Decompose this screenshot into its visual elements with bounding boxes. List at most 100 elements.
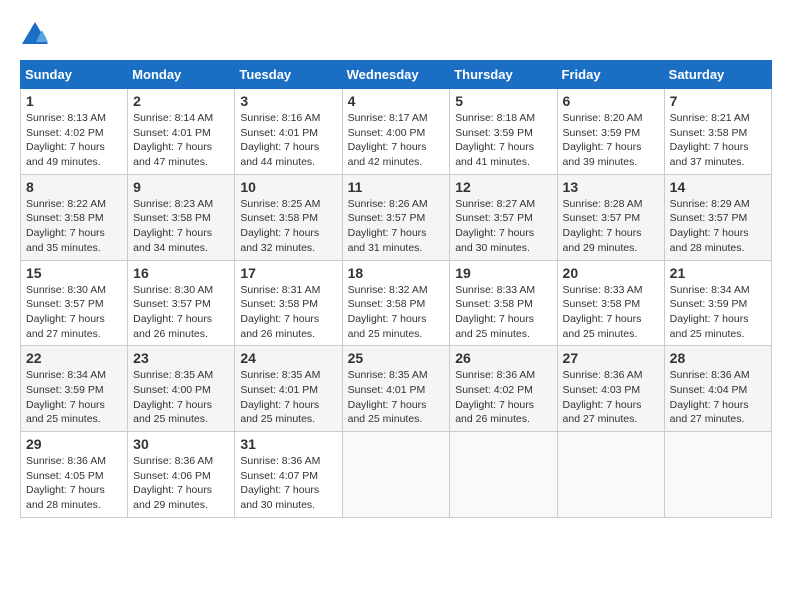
day-info: Sunrise: 8:27 AM Sunset: 3:57 PM Dayligh…	[455, 197, 551, 256]
calendar-cell: 3 Sunrise: 8:16 AM Sunset: 4:01 PM Dayli…	[235, 89, 342, 175]
calendar-cell: 1 Sunrise: 8:13 AM Sunset: 4:02 PM Dayli…	[21, 89, 128, 175]
calendar-week-row: 8 Sunrise: 8:22 AM Sunset: 3:58 PM Dayli…	[21, 174, 772, 260]
calendar-cell: 11 Sunrise: 8:26 AM Sunset: 3:57 PM Dayl…	[342, 174, 450, 260]
calendar-cell: 8 Sunrise: 8:22 AM Sunset: 3:58 PM Dayli…	[21, 174, 128, 260]
calendar-cell	[450, 432, 557, 518]
calendar-cell: 4 Sunrise: 8:17 AM Sunset: 4:00 PM Dayli…	[342, 89, 450, 175]
day-info: Sunrise: 8:30 AM Sunset: 3:57 PM Dayligh…	[133, 283, 229, 342]
day-info: Sunrise: 8:36 AM Sunset: 4:07 PM Dayligh…	[240, 454, 336, 513]
day-number: 5	[455, 93, 551, 109]
day-number: 9	[133, 179, 229, 195]
day-info: Sunrise: 8:26 AM Sunset: 3:57 PM Dayligh…	[348, 197, 445, 256]
day-number: 27	[563, 350, 659, 366]
calendar-cell: 31 Sunrise: 8:36 AM Sunset: 4:07 PM Dayl…	[235, 432, 342, 518]
calendar-cell: 13 Sunrise: 8:28 AM Sunset: 3:57 PM Dayl…	[557, 174, 664, 260]
calendar-cell: 5 Sunrise: 8:18 AM Sunset: 3:59 PM Dayli…	[450, 89, 557, 175]
column-header-sunday: Sunday	[21, 61, 128, 89]
day-info: Sunrise: 8:33 AM Sunset: 3:58 PM Dayligh…	[455, 283, 551, 342]
calendar-cell: 12 Sunrise: 8:27 AM Sunset: 3:57 PM Dayl…	[450, 174, 557, 260]
day-number: 3	[240, 93, 336, 109]
day-number: 22	[26, 350, 122, 366]
day-number: 21	[670, 265, 766, 281]
day-info: Sunrise: 8:28 AM Sunset: 3:57 PM Dayligh…	[563, 197, 659, 256]
calendar-cell: 9 Sunrise: 8:23 AM Sunset: 3:58 PM Dayli…	[128, 174, 235, 260]
day-number: 18	[348, 265, 445, 281]
column-header-monday: Monday	[128, 61, 235, 89]
calendar-week-row: 15 Sunrise: 8:30 AM Sunset: 3:57 PM Dayl…	[21, 260, 772, 346]
day-info: Sunrise: 8:33 AM Sunset: 3:58 PM Dayligh…	[563, 283, 659, 342]
calendar-cell: 29 Sunrise: 8:36 AM Sunset: 4:05 PM Dayl…	[21, 432, 128, 518]
day-number: 2	[133, 93, 229, 109]
column-header-saturday: Saturday	[664, 61, 771, 89]
calendar-cell: 25 Sunrise: 8:35 AM Sunset: 4:01 PM Dayl…	[342, 346, 450, 432]
column-header-friday: Friday	[557, 61, 664, 89]
logo	[20, 20, 54, 50]
calendar-cell: 18 Sunrise: 8:32 AM Sunset: 3:58 PM Dayl…	[342, 260, 450, 346]
calendar-cell: 17 Sunrise: 8:31 AM Sunset: 3:58 PM Dayl…	[235, 260, 342, 346]
day-info: Sunrise: 8:36 AM Sunset: 4:05 PM Dayligh…	[26, 454, 122, 513]
logo-icon	[20, 20, 50, 50]
day-info: Sunrise: 8:34 AM Sunset: 3:59 PM Dayligh…	[26, 368, 122, 427]
day-number: 24	[240, 350, 336, 366]
day-info: Sunrise: 8:22 AM Sunset: 3:58 PM Dayligh…	[26, 197, 122, 256]
day-info: Sunrise: 8:25 AM Sunset: 3:58 PM Dayligh…	[240, 197, 336, 256]
day-number: 19	[455, 265, 551, 281]
calendar-cell	[342, 432, 450, 518]
day-number: 23	[133, 350, 229, 366]
day-info: Sunrise: 8:16 AM Sunset: 4:01 PM Dayligh…	[240, 111, 336, 170]
day-info: Sunrise: 8:18 AM Sunset: 3:59 PM Dayligh…	[455, 111, 551, 170]
day-info: Sunrise: 8:36 AM Sunset: 4:06 PM Dayligh…	[133, 454, 229, 513]
calendar-cell: 28 Sunrise: 8:36 AM Sunset: 4:04 PM Dayl…	[664, 346, 771, 432]
day-info: Sunrise: 8:30 AM Sunset: 3:57 PM Dayligh…	[26, 283, 122, 342]
calendar-table: SundayMondayTuesdayWednesdayThursdayFrid…	[20, 60, 772, 518]
calendar-cell: 26 Sunrise: 8:36 AM Sunset: 4:02 PM Dayl…	[450, 346, 557, 432]
day-info: Sunrise: 8:14 AM Sunset: 4:01 PM Dayligh…	[133, 111, 229, 170]
day-number: 25	[348, 350, 445, 366]
day-info: Sunrise: 8:36 AM Sunset: 4:03 PM Dayligh…	[563, 368, 659, 427]
day-info: Sunrise: 8:34 AM Sunset: 3:59 PM Dayligh…	[670, 283, 766, 342]
day-info: Sunrise: 8:35 AM Sunset: 4:01 PM Dayligh…	[348, 368, 445, 427]
day-number: 7	[670, 93, 766, 109]
calendar-cell: 15 Sunrise: 8:30 AM Sunset: 3:57 PM Dayl…	[21, 260, 128, 346]
column-header-tuesday: Tuesday	[235, 61, 342, 89]
day-number: 6	[563, 93, 659, 109]
calendar-cell	[664, 432, 771, 518]
day-number: 16	[133, 265, 229, 281]
calendar-cell: 6 Sunrise: 8:20 AM Sunset: 3:59 PM Dayli…	[557, 89, 664, 175]
calendar-cell: 30 Sunrise: 8:36 AM Sunset: 4:06 PM Dayl…	[128, 432, 235, 518]
day-number: 12	[455, 179, 551, 195]
day-info: Sunrise: 8:23 AM Sunset: 3:58 PM Dayligh…	[133, 197, 229, 256]
day-number: 31	[240, 436, 336, 452]
day-info: Sunrise: 8:35 AM Sunset: 4:01 PM Dayligh…	[240, 368, 336, 427]
calendar-cell: 20 Sunrise: 8:33 AM Sunset: 3:58 PM Dayl…	[557, 260, 664, 346]
day-info: Sunrise: 8:31 AM Sunset: 3:58 PM Dayligh…	[240, 283, 336, 342]
calendar-week-row: 1 Sunrise: 8:13 AM Sunset: 4:02 PM Dayli…	[21, 89, 772, 175]
day-info: Sunrise: 8:20 AM Sunset: 3:59 PM Dayligh…	[563, 111, 659, 170]
day-number: 8	[26, 179, 122, 195]
day-info: Sunrise: 8:21 AM Sunset: 3:58 PM Dayligh…	[670, 111, 766, 170]
day-number: 28	[670, 350, 766, 366]
day-number: 1	[26, 93, 122, 109]
calendar-header-row: SundayMondayTuesdayWednesdayThursdayFrid…	[21, 61, 772, 89]
day-number: 30	[133, 436, 229, 452]
day-info: Sunrise: 8:17 AM Sunset: 4:00 PM Dayligh…	[348, 111, 445, 170]
calendar-week-row: 22 Sunrise: 8:34 AM Sunset: 3:59 PM Dayl…	[21, 346, 772, 432]
page-header	[20, 20, 772, 50]
day-number: 17	[240, 265, 336, 281]
day-number: 20	[563, 265, 659, 281]
day-info: Sunrise: 8:36 AM Sunset: 4:04 PM Dayligh…	[670, 368, 766, 427]
calendar-cell	[557, 432, 664, 518]
calendar-cell: 21 Sunrise: 8:34 AM Sunset: 3:59 PM Dayl…	[664, 260, 771, 346]
day-info: Sunrise: 8:29 AM Sunset: 3:57 PM Dayligh…	[670, 197, 766, 256]
day-info: Sunrise: 8:32 AM Sunset: 3:58 PM Dayligh…	[348, 283, 445, 342]
calendar-cell: 10 Sunrise: 8:25 AM Sunset: 3:58 PM Dayl…	[235, 174, 342, 260]
day-number: 10	[240, 179, 336, 195]
day-info: Sunrise: 8:13 AM Sunset: 4:02 PM Dayligh…	[26, 111, 122, 170]
calendar-week-row: 29 Sunrise: 8:36 AM Sunset: 4:05 PM Dayl…	[21, 432, 772, 518]
day-number: 13	[563, 179, 659, 195]
day-number: 11	[348, 179, 445, 195]
day-number: 29	[26, 436, 122, 452]
calendar-cell: 27 Sunrise: 8:36 AM Sunset: 4:03 PM Dayl…	[557, 346, 664, 432]
column-header-thursday: Thursday	[450, 61, 557, 89]
calendar-cell: 2 Sunrise: 8:14 AM Sunset: 4:01 PM Dayli…	[128, 89, 235, 175]
